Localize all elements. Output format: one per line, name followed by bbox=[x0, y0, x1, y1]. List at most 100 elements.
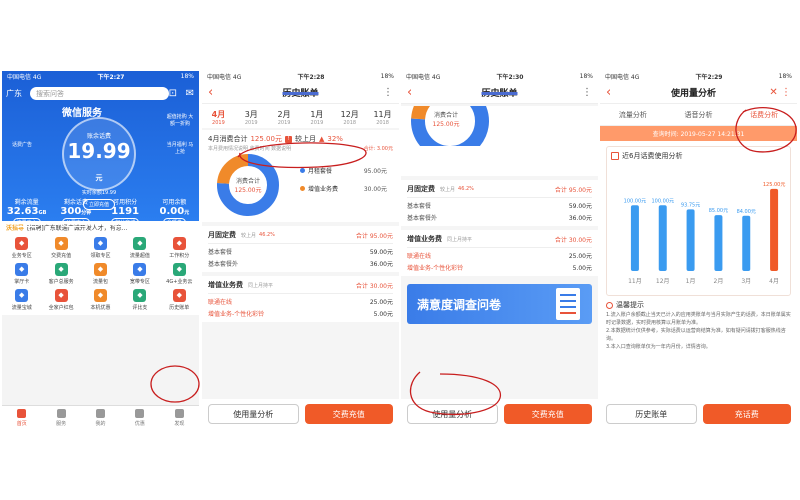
status-bar: 中国电信 4G 下午2:27 18% bbox=[7, 73, 194, 81]
stat-data[interactable]: 剩余流量 32.63GB 流量中心 bbox=[2, 197, 51, 227]
bar bbox=[630, 205, 639, 271]
service-item[interactable]: ◆ 流量宝城 bbox=[2, 289, 41, 311]
service-icon: ◆ bbox=[133, 289, 147, 302]
month-tab[interactable]: 4月 2019 bbox=[202, 109, 235, 126]
bar bbox=[742, 215, 751, 271]
service-icon: ◆ bbox=[133, 263, 147, 276]
pie-card: 消费合计 125.00元 bbox=[401, 106, 598, 176]
back-icon[interactable]: ‹ bbox=[407, 85, 421, 100]
service-item[interactable]: ◆ 4G+业务云 bbox=[160, 263, 199, 285]
bill-row: 基本套餐外 36.00元 bbox=[407, 215, 592, 222]
bill-row: 联通在线 25.00元 bbox=[208, 299, 393, 306]
more-icon[interactable]: ⋮ bbox=[578, 87, 592, 98]
service-icon: ◆ bbox=[172, 237, 186, 250]
service-item[interactable]: ◆ 掌厅卡 bbox=[2, 263, 41, 285]
back-icon[interactable]: ‹ bbox=[208, 85, 222, 100]
bar bbox=[714, 215, 723, 271]
chart-title: 近6月话费使用分析 bbox=[622, 152, 683, 160]
bar bbox=[686, 209, 695, 271]
scan-icon[interactable]: ⊡ bbox=[169, 88, 177, 99]
right-promo-top[interactable]: 超值抢购 大额一折购 bbox=[165, 113, 195, 127]
tip-line: 1.流入账户余额截止当天已计入的应用类账单与当月实际产生的话费，本日账单属实时记… bbox=[606, 312, 791, 326]
month-tab[interactable]: 1月 2019 bbox=[300, 109, 333, 126]
bar bbox=[658, 205, 667, 271]
service-grid: ◆ 业务专区 ◆ 交费充值 ◆ 领取专区 ◆ 流量超值 ◆ 工作积分 ◆ 掌厅卡 ◆ 客户总服务 ◆ 流量包 ◆… bbox=[2, 233, 199, 315]
bar-value-label: 85.00元 bbox=[709, 208, 728, 214]
back-icon[interactable]: ‹ bbox=[606, 85, 620, 100]
service-icon: ◆ bbox=[172, 263, 186, 276]
bar-value-label: 100.00元 bbox=[624, 198, 647, 204]
survey-banner[interactable]: 满意度调查问卷 bbox=[407, 284, 592, 324]
service-item[interactable]: ◆ 流量包 bbox=[81, 263, 120, 285]
service-icon: ◆ bbox=[54, 263, 68, 276]
search-input[interactable]: 搜索问答 bbox=[30, 87, 169, 100]
tab-item[interactable]: 我的 bbox=[81, 406, 120, 429]
message-icon[interactable]: ✉ bbox=[186, 88, 194, 99]
category-label: 12月 bbox=[656, 278, 670, 285]
value-added-section[interactable]: 增值业务费 同上月持平 合计 30.00元 联通在线 25.00元 增值业务-个性化彩… bbox=[401, 230, 598, 276]
fee-chart-card: 近6月话费使用分析 100.00元 11月 100.00元 12月 93.75元 1月 85… bbox=[606, 146, 791, 296]
stat-minutes[interactable]: 剩余话费 300分钟 公费中心 bbox=[51, 197, 100, 227]
balance-circle[interactable]: 账余话费 19.99元 实时余额19.99 立即充值 bbox=[62, 117, 136, 210]
service-icon: ◆ bbox=[54, 289, 68, 302]
right-promo-bottom[interactable]: 当月福利 马上抢 bbox=[165, 141, 195, 155]
category-label: 4月 bbox=[769, 278, 779, 285]
tab-data-analysis[interactable]: 流量分析 bbox=[600, 110, 666, 120]
service-icon: ◆ bbox=[133, 237, 147, 250]
tab-icon bbox=[56, 409, 66, 418]
service-item[interactable]: ◆ 客户总服务 bbox=[41, 263, 80, 285]
service-icon: ◆ bbox=[93, 237, 107, 250]
bill-row: 增值业务-个性化彩铃 5.00元 bbox=[208, 311, 393, 318]
month-tab[interactable]: 3月 2019 bbox=[235, 109, 268, 126]
status-bar: 中国电信 4G 下午2:28 18% bbox=[202, 71, 399, 82]
category-label: 1月 bbox=[686, 278, 696, 285]
more-icon[interactable]: ⋮ bbox=[379, 87, 393, 98]
tab-item[interactable]: 首页 bbox=[2, 406, 41, 429]
clipboard-icon bbox=[556, 288, 580, 320]
service-item[interactable]: ◆ 评比支 bbox=[120, 289, 159, 311]
monthly-fixed-section[interactable]: 月固定费 较上月 46.2% 合计 95.00元 基本套餐 59.00元 基本套餐外 36… bbox=[401, 180, 598, 226]
left-promo[interactable]: 话费广告 bbox=[8, 141, 36, 148]
tab-voice-analysis[interactable]: 语音分析 bbox=[666, 110, 732, 120]
month-tab[interactable]: 11月 2018 bbox=[366, 109, 399, 126]
service-item[interactable]: ◆ 宽带专区 bbox=[120, 263, 159, 285]
tab-icon bbox=[174, 409, 184, 418]
tab-item[interactable]: 服务 bbox=[41, 406, 80, 429]
account-stats: 剩余流量 32.63GB 流量中心 剩余话费 300分钟 公费中心 可用积分 1… bbox=[2, 197, 199, 227]
service-item[interactable]: ◆ 历史账单 bbox=[160, 289, 199, 311]
action-bar: 历史账单 充话费 bbox=[600, 399, 797, 429]
service-item[interactable]: ◆ 本机优惠 bbox=[81, 289, 120, 311]
service-item[interactable]: ◆ 全家户红包 bbox=[41, 289, 80, 311]
bar-value-label: 93.75元 bbox=[681, 202, 700, 208]
usage-analysis-button[interactable]: 使用量分析 bbox=[208, 404, 299, 424]
page-title: 使用量分析 bbox=[670, 89, 716, 99]
month-tab[interactable]: 2月 2019 bbox=[268, 109, 301, 126]
bar-value-label: 125.00元 bbox=[763, 182, 786, 188]
recharge-button[interactable]: 充话费 bbox=[702, 404, 791, 424]
monthly-fixed-section[interactable]: 月固定费 较上月 46.2% 合计 95.00元 基本套餐 59.00元 基本套餐外 36… bbox=[202, 226, 399, 272]
service-item[interactable]: ◆ 工作积分 bbox=[160, 237, 199, 259]
annotation-circle bbox=[237, 142, 367, 169]
city-selector[interactable]: 广东 bbox=[6, 88, 30, 99]
month-tab[interactable]: 12月 2018 bbox=[333, 109, 366, 126]
close-icon[interactable]: ✕ ⋮ bbox=[767, 87, 791, 98]
service-icon: ◆ bbox=[93, 263, 107, 276]
pay-recharge-button[interactable]: 交费充值 bbox=[503, 404, 592, 424]
bill-row: 联通在线 25.00元 bbox=[407, 253, 592, 260]
balance-value: 19.99 bbox=[67, 139, 131, 163]
service-item[interactable]: ◆ 交费充值 bbox=[41, 237, 80, 259]
home-header: 中国电信 4G 下午2:27 18% 广东 搜索问答 ⊡ ✉ 微信服务 话费广告… bbox=[2, 71, 199, 227]
service-item[interactable]: ◆ 业务专区 bbox=[2, 237, 41, 259]
value-added-section[interactable]: 增值业务费 同上月持平 合计 30.00元 联通在线 25.00元 增值业务-个性化彩… bbox=[202, 276, 399, 322]
tip-line: 3.本入口查询账单仅为一年内月份，详情咨询。 bbox=[606, 344, 711, 350]
history-bill-button[interactable]: 历史账单 bbox=[606, 404, 697, 424]
service-item[interactable]: ◆ 领取专区 bbox=[81, 237, 120, 259]
service-icon: ◆ bbox=[54, 237, 68, 250]
pay-recharge-button[interactable]: 交费充值 bbox=[304, 404, 393, 424]
bar bbox=[770, 188, 779, 271]
service-item[interactable]: ◆ 流量超值 bbox=[120, 237, 159, 259]
tip-line: 2.本数据统计仅供参考，实际话费以运营商结算为准，如有疑问请拨打客服热线咨询。 bbox=[606, 328, 786, 342]
stat-balance[interactable]: 可用余额 0.00元 余额券 bbox=[150, 197, 199, 227]
stat-points[interactable]: 可用积分 1191 积分商城 bbox=[101, 197, 150, 227]
nav-bar: ‹ 历史账单 ⋮ bbox=[401, 82, 598, 104]
